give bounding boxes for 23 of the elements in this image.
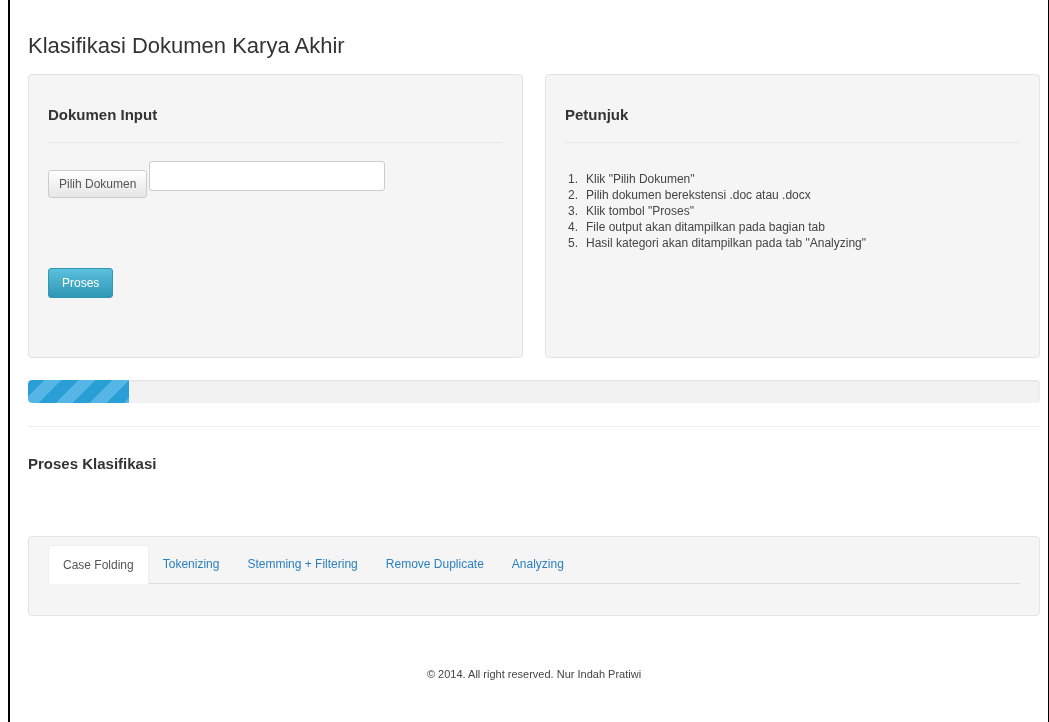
page-title: Klasifikasi Dokumen Karya Akhir	[28, 32, 345, 60]
step-number: 2.	[567, 187, 578, 203]
step-number: 5.	[567, 235, 578, 251]
process-button[interactable]: Proses	[48, 268, 114, 298]
step-text: Hasil kategori akan ditampilkan pada tab "Analyzing"	[586, 235, 866, 251]
step-text: Klik "Pilih Dokumen"	[586, 171, 695, 187]
section-title: Proses Klasifikasi	[28, 454, 157, 472]
tab[interactable]: Case Folding	[48, 545, 149, 584]
tab[interactable]: Tokenizing	[148, 545, 234, 584]
file-name-field[interactable]	[149, 161, 386, 191]
choose-file-button[interactable]: Pilih Dokumen	[48, 170, 148, 198]
step-number: 1.	[567, 171, 578, 187]
tab[interactable]: Stemming + Filtering	[233, 545, 372, 584]
step-text: Pilih dokumen berekstensi .doc atau .docx	[586, 187, 811, 203]
step-text: Klik tombol "Proses"	[586, 203, 694, 219]
step-number: 3.	[567, 203, 578, 219]
tab[interactable]: Analyzing	[497, 545, 578, 584]
panel-heading: Dokumen Input	[48, 75, 503, 143]
step-text: File output akan ditampilkan pada bagian tab	[586, 219, 825, 235]
panel-heading: Petunjuk	[565, 75, 1020, 143]
tab[interactable]: Remove Duplicate	[371, 545, 498, 584]
step-number: 4.	[567, 219, 578, 235]
footer-text: © 2014. All right reserved. Nur Indah Pratiwi	[425, 668, 643, 680]
